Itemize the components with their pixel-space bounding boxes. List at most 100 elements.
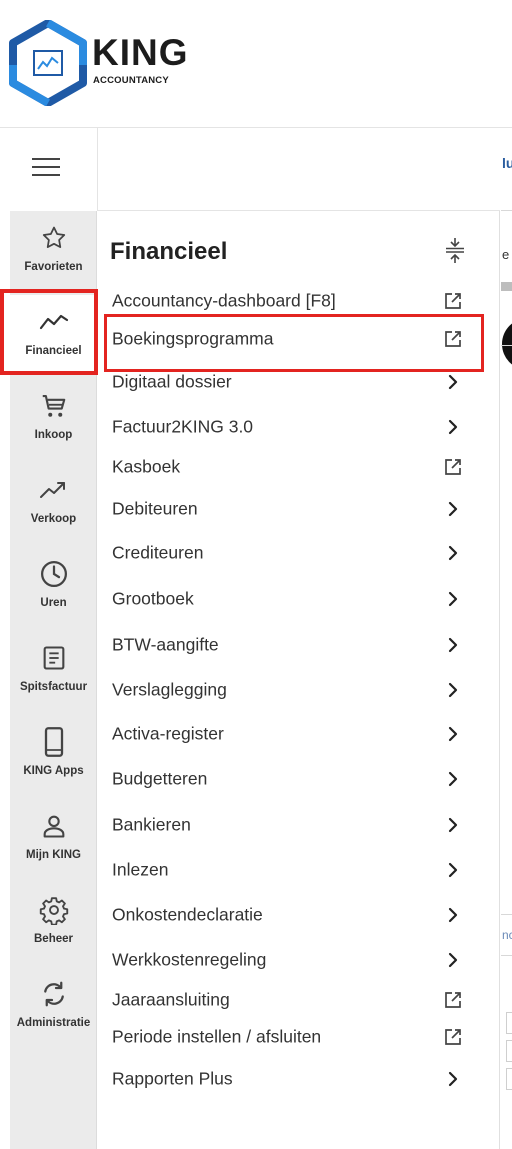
- chevron-right-icon: [441, 415, 465, 439]
- gear-icon: [10, 895, 97, 925]
- menu-item-label: Rapporten Plus: [112, 1068, 233, 1089]
- rail-item-spitsfactuur[interactable]: Spitsfactuur: [10, 631, 97, 711]
- menu-item-label: Factuur2KING 3.0: [112, 416, 254, 437]
- cart-icon: [10, 391, 97, 421]
- menu-item-label: Grootboek: [112, 588, 194, 609]
- rail-item-king-apps[interactable]: KING Apps: [10, 715, 97, 795]
- chevron-right-icon: [441, 813, 465, 837]
- menu-item-werkkostenregeling[interactable]: Werkkostenregeling: [98, 940, 500, 980]
- menu-item-label: Werkkostenregeling: [112, 949, 267, 970]
- rail-label: Inkoop: [34, 429, 73, 441]
- menu-item-label: Activa-register: [112, 723, 224, 744]
- content-row-fragment: e: [502, 247, 510, 262]
- rail-item-verkoop[interactable]: Verkoop: [10, 463, 97, 543]
- document-icon: [10, 643, 97, 673]
- rail-label: KING Apps: [23, 765, 84, 777]
- rail-label: Verkoop: [30, 513, 77, 525]
- phone-icon: [10, 727, 97, 757]
- chevron-right-icon: [441, 497, 465, 521]
- rail-item-inkoop[interactable]: Inkoop: [10, 379, 97, 459]
- collapse-icon[interactable]: [444, 236, 466, 264]
- divider: [501, 345, 512, 346]
- divider: [501, 914, 512, 915]
- menu-item-bankieren[interactable]: Bankieren: [98, 805, 500, 845]
- brand-name: KING: [92, 32, 189, 73]
- rail-item-favorieten[interactable]: Favorieten: [10, 211, 97, 291]
- menu-item-label: Bankieren: [112, 814, 191, 835]
- menu-item-btw-aangifte[interactable]: BTW-aangifte: [98, 625, 500, 665]
- rail-label: Beheer: [34, 933, 73, 945]
- menu-item-label: Debiteuren: [112, 498, 198, 519]
- trending-up-icon: [10, 475, 97, 505]
- rail-item-uren[interactable]: Uren: [10, 547, 97, 627]
- menu-item-label: Periode instellen / afsluiten: [112, 1026, 322, 1047]
- highlight-box-financieel: [0, 289, 98, 375]
- brand-subtitle: ACCOUNTANCY: [93, 75, 169, 86]
- menu-item-label: Verslaglegging: [112, 679, 227, 700]
- external-link-icon: [441, 988, 465, 1012]
- rail-item-mijn-king[interactable]: Mijn KING: [10, 799, 97, 879]
- menu-item-verslaglegging[interactable]: Verslaglegging: [98, 670, 500, 710]
- input-field-fragment[interactable]: [506, 1012, 512, 1034]
- chevron-right-icon: [441, 722, 465, 746]
- clock-icon: [10, 559, 97, 589]
- input-field-fragment[interactable]: [506, 1040, 512, 1062]
- rail-item-administratie[interactable]: Administratie: [10, 967, 97, 1047]
- toolbar-area: [98, 128, 500, 211]
- user-icon: [10, 811, 97, 841]
- menu-item-grootboek[interactable]: Grootboek: [98, 579, 500, 619]
- chevron-right-icon: [441, 633, 465, 657]
- menu-item-label: BTW-aangifte: [112, 634, 219, 655]
- menu-item-label: Accountancy-dashboard [F8]: [112, 290, 336, 311]
- hamburger-menu-icon[interactable]: [32, 158, 60, 180]
- menu-item-label: Jaaraansluiting: [112, 989, 230, 1010]
- chevron-right-icon: [441, 1067, 465, 1091]
- star-icon: [10, 223, 97, 253]
- menu-item-factuur2king-3-0[interactable]: Factuur2KING 3.0: [98, 407, 500, 447]
- panel-title: Financieel: [110, 238, 228, 265]
- menu-item-label: Crediteuren: [112, 542, 204, 563]
- chevron-right-icon: [441, 370, 465, 394]
- chevron-right-icon: [441, 678, 465, 702]
- menu-item-activa-register[interactable]: Activa-register: [98, 714, 500, 754]
- menu-item-label: Digitaal dossier: [112, 371, 232, 392]
- rail-label: Mijn KING: [26, 849, 81, 861]
- menu-item-jaaraansluiting[interactable]: Jaaraansluiting: [98, 980, 500, 1020]
- menu-item-label: Budgetteren: [112, 768, 208, 789]
- rail-item-beheer[interactable]: Beheer: [10, 883, 97, 963]
- rail-label: Administratie: [16, 1017, 91, 1029]
- content-header-fragment: lu: [502, 155, 512, 171]
- menu-item-inlezen[interactable]: Inlezen: [98, 850, 500, 890]
- menu-item-label: Inlezen: [112, 859, 169, 880]
- external-link-icon: [441, 1025, 465, 1049]
- menu-item-periode-instellen-afsluiten[interactable]: Periode instellen / afsluiten: [98, 1017, 500, 1057]
- input-field-fragment[interactable]: [506, 1068, 512, 1090]
- rail-label: Spitsfactuur: [19, 681, 88, 693]
- menu-item-onkostendeclaratie[interactable]: Onkostendeclaratie: [98, 895, 500, 935]
- chevron-right-icon: [441, 903, 465, 927]
- app-header: KING ACCOUNTANCY: [0, 0, 512, 128]
- king-logo-icon[interactable]: [8, 20, 88, 106]
- menu-item-label: Onkostendeclaratie: [112, 904, 263, 925]
- chevron-right-icon: [441, 858, 465, 882]
- highlight-box-boekingsprogramma: [104, 314, 484, 372]
- external-link-icon: [441, 455, 465, 479]
- chevron-right-icon: [441, 587, 465, 611]
- menu-item-label: Kasboek: [112, 456, 181, 477]
- menu-item-kasboek[interactable]: Kasboek: [98, 447, 500, 487]
- scroll-bar[interactable]: [501, 282, 512, 291]
- chevron-right-icon: [441, 767, 465, 791]
- menu-item-crediteuren[interactable]: Crediteuren: [98, 533, 500, 573]
- rail-label: Uren: [40, 597, 67, 609]
- sync-icon: [10, 979, 97, 1009]
- rail-label: Favorieten: [24, 261, 83, 273]
- content-link-fragment[interactable]: nc: [502, 928, 512, 942]
- chevron-right-icon: [441, 541, 465, 565]
- menu-item-debiteuren[interactable]: Debiteuren: [98, 489, 500, 529]
- menu-item-rapporten-plus[interactable]: Rapporten Plus: [98, 1059, 500, 1099]
- external-link-icon: [441, 289, 465, 313]
- chevron-right-icon: [441, 948, 465, 972]
- menu-item-budgetteren[interactable]: Budgetteren: [98, 759, 500, 799]
- divider: [501, 210, 512, 211]
- divider: [501, 955, 512, 956]
